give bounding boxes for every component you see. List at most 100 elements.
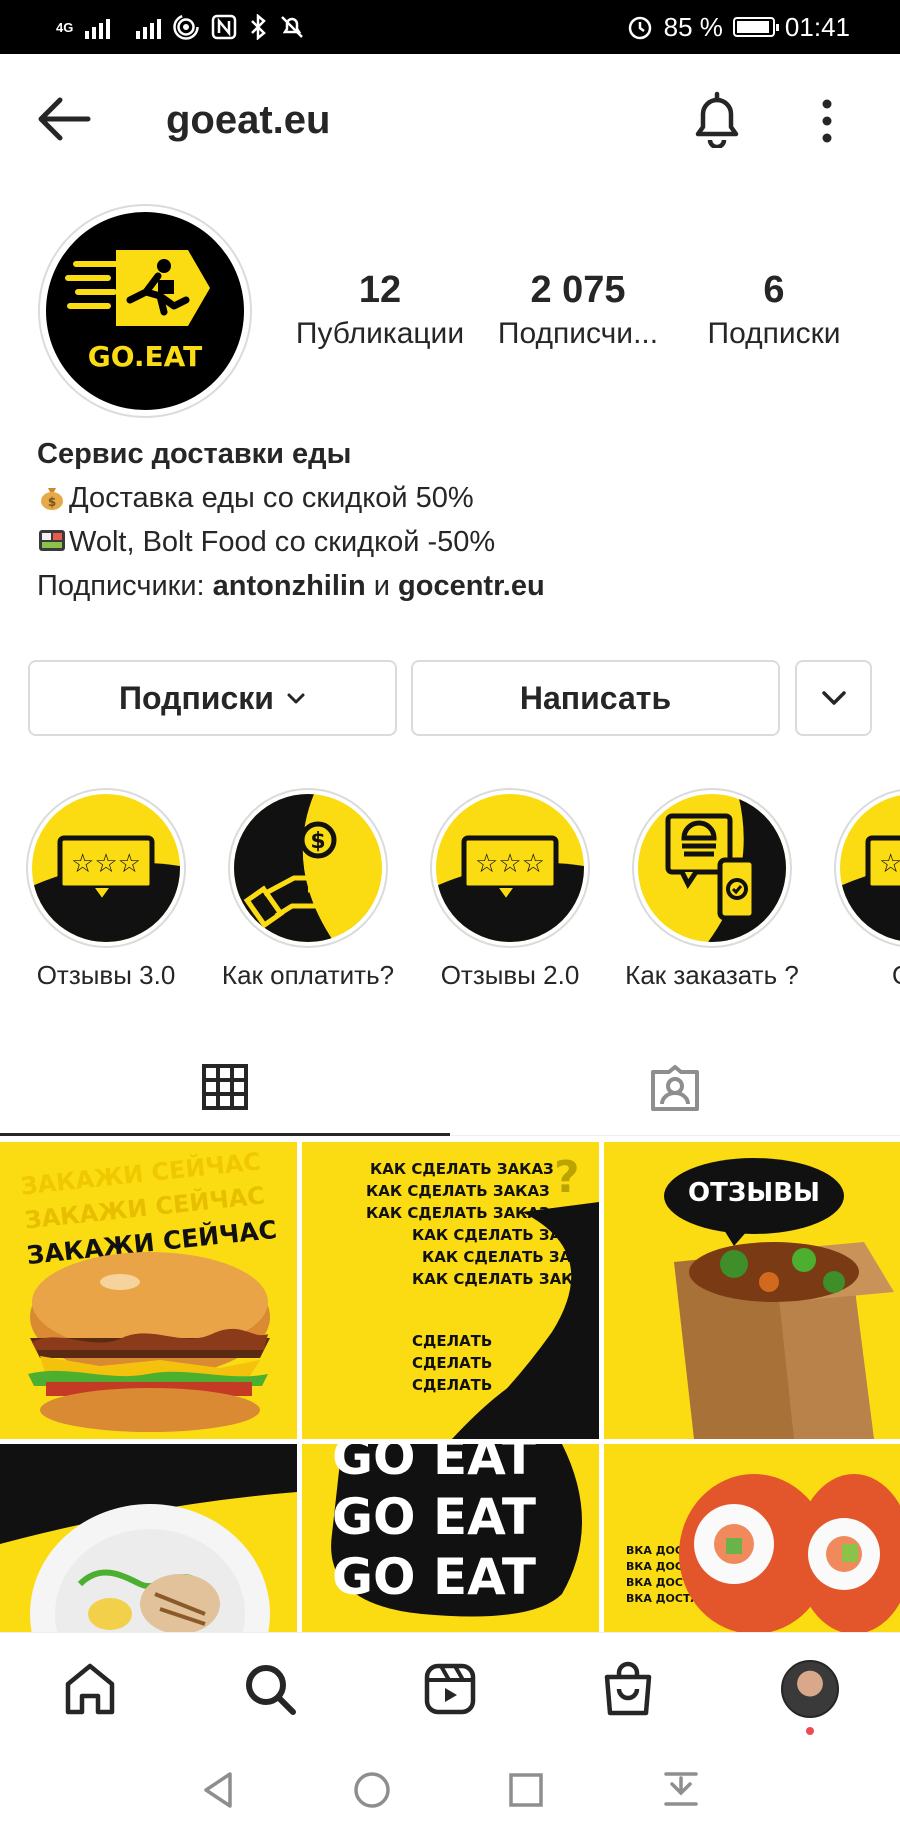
bio-line-2-text: Wolt, Bolt Food со скидкой -50% — [69, 526, 496, 558]
network-label: 4G — [56, 19, 74, 35]
highlight-ring — [632, 788, 792, 948]
system-recents-icon[interactable] — [508, 1770, 544, 1810]
bell-icon[interactable] — [690, 90, 744, 148]
highlight-reviews[interactable]: ☆☆☆ Отз — [814, 788, 900, 988]
nav-shop[interactable] — [598, 1659, 658, 1719]
bento-box-icon — [39, 530, 65, 551]
review-stars-icon: ☆☆☆ — [32, 835, 180, 942]
profile-bio: Сервис доставки еды $ Доставка еды со ски… — [37, 432, 877, 608]
posts-label: Публикации — [295, 317, 465, 350]
home-icon — [65, 1663, 115, 1715]
svg-text:$: $ — [310, 829, 325, 854]
highlight-ring: ☆☆☆ — [430, 788, 590, 948]
following-button-label: Подписки — [119, 679, 274, 716]
highlight-reviews-2[interactable]: ☆☆☆ Отзывы 2.0 — [410, 788, 610, 988]
review-stars-icon: ☆☆☆ — [840, 835, 900, 942]
highlight-cover: ☆☆☆ — [32, 794, 180, 942]
post-text: КАК СДЕЛАТЬ ЗАКАЗ — [370, 1160, 554, 1178]
avatar-logo-text: GO.EAT — [87, 340, 203, 373]
system-back-icon[interactable] — [200, 1770, 236, 1810]
bio-line-1-text: Доставка еды со скидкой 50% — [69, 482, 474, 514]
post-tile[interactable]: ОТЗЫВЫ — [604, 1142, 900, 1439]
salad-plate-image — [0, 1444, 297, 1632]
status-right: 85 % 01:41 — [626, 12, 850, 43]
notification-dot — [806, 1727, 814, 1735]
post-text: GO EAT — [332, 1488, 537, 1546]
svg-text:$: $ — [48, 495, 56, 509]
followers-stat[interactable]: 2 075 Подписчи... — [480, 268, 676, 356]
svg-text:☆☆☆: ☆☆☆ — [879, 849, 900, 879]
more-vertical-icon[interactable] — [812, 96, 842, 146]
avatar-ring[interactable]: GO.EAT — [38, 204, 252, 418]
review-stars-icon: ☆☆☆ — [436, 835, 584, 942]
nav-home[interactable] — [60, 1659, 120, 1719]
follower-link-1[interactable]: antonzhilin — [213, 570, 366, 602]
system-notifications-icon[interactable] — [662, 1770, 700, 1810]
post-text: GO EAT — [332, 1444, 537, 1486]
profile-header: goeat.eu — [0, 54, 900, 184]
suggested-accounts-button[interactable] — [795, 660, 872, 736]
and-text: и — [365, 570, 399, 602]
following-label: Подписки — [707, 317, 841, 350]
status-left: 4G — [56, 14, 305, 40]
posts-grid: ЗАКАЖИ СЕЙЧАС ЗАКАЖИ СЕЙЧАС ЗАКАЖИ СЕЙЧА… — [0, 1142, 900, 1632]
followers-prefix: Подписчики: — [37, 570, 213, 602]
back-arrow-icon[interactable] — [36, 94, 92, 144]
bluetooth-icon — [251, 14, 267, 40]
chevron-down-icon — [821, 691, 846, 705]
highlight-label: Отз — [814, 960, 900, 988]
post-text: КАК СДЕЛАТЬ ЗАКАЗ — [366, 1182, 550, 1200]
post-text: СДЕЛАТЬ — [412, 1332, 493, 1350]
highlight-ring: $ — [228, 788, 388, 948]
reels-icon — [424, 1663, 476, 1715]
goeat-logo — [65, 250, 210, 326]
post-tile[interactable]: ЗАКАЖИ СЕЙЧАС ЗАКАЖИ СЕЙЧАС ЗАКАЖИ СЕЙЧА… — [0, 1142, 297, 1439]
signal-icon — [85, 15, 111, 39]
money-bag-icon: $ — [41, 488, 63, 510]
tab-posts-grid[interactable] — [0, 1040, 450, 1136]
profile-tabs — [0, 1040, 900, 1136]
message-button[interactable]: Написать — [411, 660, 780, 736]
signal-2-icon — [136, 15, 162, 39]
following-button[interactable]: Подписки — [28, 660, 397, 736]
battery-percent: 85 % — [663, 11, 723, 42]
highlight-cover: ☆☆☆ — [840, 794, 900, 942]
page-title: goeat.eu — [166, 98, 331, 142]
following-count: 6 — [763, 269, 785, 311]
svg-text:☆☆☆: ☆☆☆ — [475, 849, 545, 879]
tagged-icon — [651, 1064, 699, 1111]
svg-text:☆☆☆: ☆☆☆ — [71, 849, 141, 879]
nav-reels[interactable] — [420, 1659, 480, 1719]
post-text: КАК СДЕЛАТЬ ЗАКАЗ — [366, 1204, 550, 1222]
profile-stats: 12 Публикации 2 075 Подписчи... 6 Подпис… — [280, 268, 880, 356]
highlight-ring: ☆☆☆ — [834, 788, 900, 948]
post-tile[interactable]: КАК СДЕЛАТЬ ЗАКАЗ КАК СДЕЛАТЬ ЗАКАЗ КАК … — [302, 1142, 599, 1439]
post-tile[interactable]: ВКА ДОСТАВКА ДО ВКА ДОСТАВКА ДО ВКА ДОСТ… — [604, 1444, 900, 1632]
posts-stat[interactable]: 12 Публикации — [280, 268, 480, 356]
tab-tagged[interactable] — [450, 1040, 900, 1136]
highlight-reviews-3[interactable]: ☆☆☆ Отзывы 3.0 — [6, 788, 206, 988]
system-home-icon[interactable] — [352, 1770, 392, 1810]
message-button-label: Написать — [519, 679, 672, 716]
bio-line-2: Wolt, Bolt Food со скидкой -50% — [37, 520, 877, 564]
clock: 01:41 — [784, 11, 850, 42]
highlight-label: Отзывы 3.0 — [36, 960, 176, 988]
order-phone-icon — [665, 794, 786, 942]
posts-count: 12 — [358, 269, 402, 311]
profile-name: Сервис доставки еды — [37, 438, 352, 470]
grid-icon — [202, 1063, 248, 1110]
highlight-how-to-order[interactable]: Как заказать ? — [612, 788, 812, 988]
alarm-icon — [628, 16, 651, 40]
post-tile[interactable] — [0, 1444, 297, 1632]
highlight-label: Как заказать ? — [625, 960, 799, 988]
post-tile[interactable]: GO EAT GO EAT GO EAT — [302, 1444, 599, 1632]
follower-link-2[interactable]: gocentr.eu — [398, 570, 545, 602]
system-navigation — [0, 1742, 900, 1836]
post-text: КАК СДЕЛАТЬ ЗАКАЗ — [412, 1226, 596, 1244]
following-stat[interactable]: 6 Подписки — [676, 268, 872, 356]
highlight-how-to-pay[interactable]: $ Как оплатить? — [208, 788, 408, 988]
highlight-cover: $ — [234, 794, 382, 942]
payment-hand-icon: $ — [234, 794, 365, 942]
nav-profile[interactable] — [780, 1659, 840, 1719]
nav-search[interactable] — [240, 1659, 300, 1719]
